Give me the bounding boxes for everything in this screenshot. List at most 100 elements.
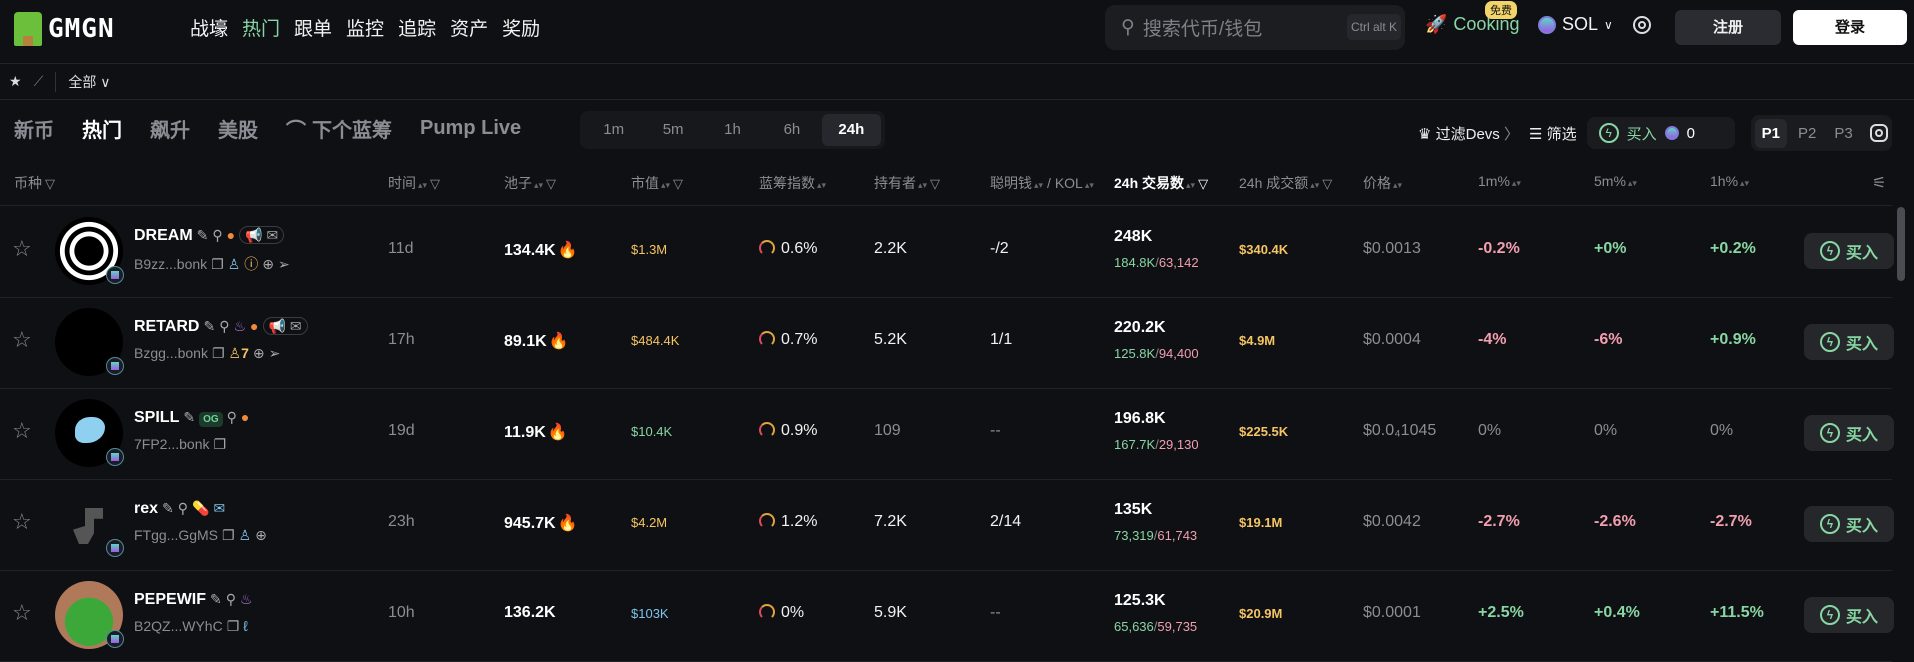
tab[interactable]: 飙升: [150, 114, 190, 143]
timeframe-6h[interactable]: 6h: [762, 114, 821, 146]
search-icon[interactable]: ⚲: [226, 591, 236, 607]
filter-icon[interactable]: ▽: [45, 176, 55, 191]
copy-icon[interactable]: ❐: [212, 345, 225, 361]
column-header-pool[interactable]: 池子 ▴▾ ▽: [504, 173, 556, 193]
column-header-h1[interactable]: 1h% ▴▾: [1710, 173, 1749, 189]
token-address[interactable]: Bzgg...bonk ❐ ♙7 ⊕ ➢: [134, 345, 280, 362]
edit-icon[interactable]: ✎: [203, 318, 215, 334]
sort-icon[interactable]: ▴▾: [1034, 180, 1043, 190]
token-address[interactable]: B9zz...bonk ❐ ♙ ⓘ ⊕ ➢: [134, 254, 290, 274]
timeframe-1h[interactable]: 1h: [703, 114, 762, 146]
search-input[interactable]: ⚲ 搜索代币/钱包 Ctrl alt K: [1105, 5, 1405, 50]
sort-icon[interactable]: ▴▾: [1628, 178, 1637, 188]
logo[interactable]: GMGN: [14, 12, 115, 46]
favorite-star-icon[interactable]: ☆: [12, 236, 32, 262]
website-icon[interactable]: ⊕: [262, 256, 274, 272]
column-header-mcap[interactable]: 市值 ▴▾ ▽: [631, 173, 683, 193]
tab[interactable]: 热门: [82, 114, 122, 143]
preset-P1[interactable]: P1: [1754, 118, 1787, 148]
column-header-age[interactable]: 时间 ▴▾ ▽: [388, 173, 440, 193]
timeframe-1m[interactable]: 1m: [584, 114, 643, 146]
filter-icon[interactable]: ▽: [673, 176, 683, 191]
timeframe-24h[interactable]: 24h: [821, 114, 882, 146]
nav-item[interactable]: 奖励: [502, 14, 540, 41]
favorite-star-icon[interactable]: ☆: [12, 418, 32, 444]
column-header-token[interactable]: 币种 ▽: [14, 173, 55, 193]
screen-button[interactable]: ☰ 筛选: [1529, 123, 1577, 144]
edit-icon[interactable]: ✎: [210, 591, 222, 607]
buy-button[interactable]: ϟ 买入: [1804, 415, 1894, 451]
copy-icon[interactable]: ❐: [211, 256, 224, 272]
star-filter-icon[interactable]: ★: [9, 73, 22, 90]
buy-button[interactable]: ϟ 买入: [1804, 506, 1894, 542]
buy-button[interactable]: ϟ 买入: [1804, 597, 1894, 633]
filter-icon[interactable]: ▽: [930, 176, 940, 191]
column-header-m1[interactable]: 1m% ▴▾: [1478, 173, 1521, 189]
column-header-tx[interactable]: 24h 交易数 ▴▾ ▽: [1114, 173, 1208, 193]
sort-icon[interactable]: ▴▾: [1740, 178, 1749, 188]
filter-devs-button[interactable]: ♛ 过滤Devs 〉: [1418, 123, 1519, 144]
register-button[interactable]: 注册: [1675, 10, 1781, 45]
filter-icon[interactable]: ▽: [1322, 176, 1332, 191]
settings-icon[interactable]: [1632, 15, 1651, 34]
table-row[interactable]: ☆ RETARD ✎ ⚲ ♨ ● 📢 ✉ Bzgg...bonk ❐ ♙7 ⊕ ➢ 17h 89.1K 🔥 $…: [0, 297, 1894, 388]
column-header-price[interactable]: 价格 ▴▾: [1363, 173, 1402, 193]
column-header-vol[interactable]: 24h 成交额 ▴▾ ▽: [1239, 173, 1332, 193]
table-row[interactable]: ☆ rex ✎ ⚲ 💊 ✉ FTgg...GgMS ❐ ♙ ⊕ 23h 945.7K 🔥 $4.2M 1.2…: [0, 479, 1894, 570]
column-header-m5[interactable]: 5m% ▴▾: [1594, 173, 1637, 189]
sort-icon[interactable]: ▴▾: [817, 180, 826, 190]
copy-icon[interactable]: ❐: [214, 436, 227, 452]
token-name[interactable]: RETARD ✎ ⚲ ♨ ● 📢 ✉: [134, 317, 308, 336]
table-row[interactable]: ☆ SPILL ✎ OG ⚲ ● 7FP2...bonk ❐ 19d 11.9K 🔥 $10.4K 0.…: [0, 388, 1894, 479]
edit-icon[interactable]: ✎: [162, 500, 174, 516]
token-name[interactable]: DREAM ✎ ⚲ ● 📢 ✉: [134, 226, 285, 245]
column-header-smart[interactable]: 聪明钱 ▴▾ / KOL ▴▾: [990, 173, 1094, 193]
sort-icon[interactable]: ▴▾: [1085, 180, 1094, 190]
tab[interactable]: 美股: [218, 114, 258, 143]
table-row[interactable]: ☆ DREAM ✎ ⚲ ● 📢 ✉ B9zz...bonk ❐ ♙ ⓘ ⊕ ➢ 11d 134.4K 🔥 $1…: [0, 206, 1894, 297]
filter-icon[interactable]: ▽: [546, 176, 556, 191]
chain-selector[interactable]: SOL ∨: [1538, 14, 1651, 35]
sort-icon[interactable]: ▴▾: [1310, 180, 1319, 190]
nav-item[interactable]: 资产: [450, 14, 488, 41]
quick-buy-amount[interactable]: ϟ 买入 0: [1586, 117, 1735, 149]
nav-item[interactable]: 跟单: [294, 14, 332, 41]
preset-P3[interactable]: P3: [1827, 119, 1859, 148]
search-icon[interactable]: ⚲: [212, 227, 222, 243]
login-button[interactable]: 登录: [1793, 10, 1907, 45]
table-row[interactable]: ☆ PEPEWIF ✎ ⚲ ♨ B2QZ...WYhC ❐ ℓ 10h 136.2K $103K 0%…: [0, 570, 1894, 661]
sort-icon[interactable]: ▴▾: [1393, 180, 1402, 190]
search-icon[interactable]: ⚲: [227, 409, 237, 425]
favorite-star-icon[interactable]: ☆: [12, 327, 32, 353]
nav-item[interactable]: 战壕: [190, 14, 228, 41]
copy-icon[interactable]: ❐: [222, 527, 235, 543]
sort-icon[interactable]: ▴▾: [918, 180, 927, 190]
column-header-holders[interactable]: 持有者 ▴▾ ▽: [874, 173, 940, 193]
edit-icon[interactable]: ✎: [197, 227, 209, 243]
settings-icon[interactable]: [1869, 124, 1888, 142]
timeframe-5m[interactable]: 5m: [643, 114, 702, 146]
token-name[interactable]: rex ✎ ⚲ 💊 ✉: [134, 500, 225, 518]
sort-icon[interactable]: ▴▾: [661, 180, 670, 190]
search-icon[interactable]: ⚲: [178, 500, 188, 516]
telegram-icon[interactable]: ➢: [269, 345, 281, 361]
token-name[interactable]: PEPEWIF ✎ ⚲ ♨: [134, 591, 253, 609]
search-icon[interactable]: ⚲: [219, 318, 229, 334]
sort-icon[interactable]: ▴▾: [1186, 180, 1195, 190]
filter-icon[interactable]: ▽: [430, 176, 440, 191]
chart-icon[interactable]: ⟋: [34, 73, 44, 90]
sort-icon[interactable]: ▴▾: [1512, 178, 1521, 188]
nav-item[interactable]: 追踪: [398, 14, 436, 41]
website-icon[interactable]: ⊕: [253, 345, 265, 361]
token-address[interactable]: B2QZ...WYhC ❐ ℓ: [134, 618, 248, 635]
sort-icon[interactable]: ▴▾: [534, 180, 543, 190]
edit-icon[interactable]: ✎: [183, 409, 195, 425]
favorite-star-icon[interactable]: ☆: [12, 600, 32, 626]
buy-button[interactable]: ϟ 买入: [1804, 233, 1894, 269]
token-address[interactable]: FTgg...GgMS ❐ ♙ ⊕: [134, 527, 267, 544]
cooking-button[interactable]: 🚀 Cooking 免费: [1425, 1, 1519, 35]
tab[interactable]: ⌒ 下个蓝筹: [286, 114, 392, 143]
copy-icon[interactable]: ❐: [227, 618, 240, 634]
buy-button[interactable]: ϟ 买入: [1804, 324, 1894, 360]
nav-item[interactable]: 热门: [242, 14, 280, 41]
